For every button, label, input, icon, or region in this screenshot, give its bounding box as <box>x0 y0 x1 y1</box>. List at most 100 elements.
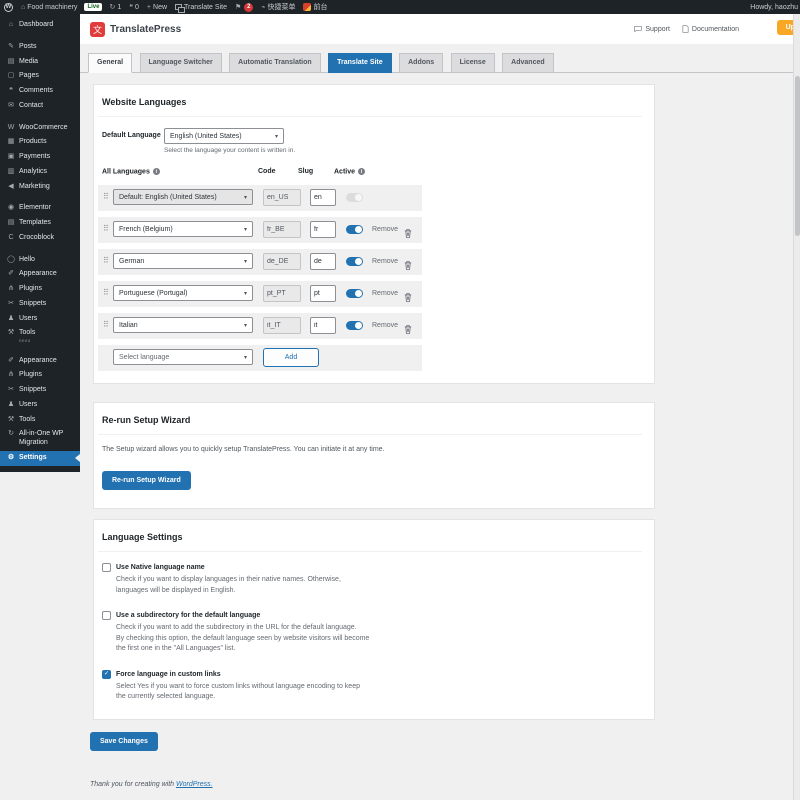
trash-icon[interactable] <box>404 225 412 243</box>
notifications-link[interactable]: ⚑ 2 <box>231 0 257 14</box>
sidebar-item-tools-nexo[interactable]: ⚒ Tools nexo <box>0 326 80 346</box>
trash-icon[interactable] <box>404 321 412 339</box>
native-language-name-checkbox[interactable] <box>102 563 111 572</box>
sidebar-item-comments[interactable]: ❝ Comments <box>0 84 80 99</box>
language-select[interactable]: French (Belgium) ▾ <box>113 221 253 237</box>
language-row-portuguese: ⠿ Portuguese (Portugal)▾ Remove <box>98 281 422 307</box>
active-toggle[interactable] <box>346 257 363 266</box>
force-language-checkbox[interactable] <box>102 669 111 679</box>
active-toggle[interactable] <box>346 289 363 298</box>
wp-logo-menu[interactable]: W <box>0 0 17 14</box>
sidebar-item-settings[interactable]: ⚙ Settings <box>0 450 80 466</box>
code-input[interactable] <box>263 189 301 206</box>
upgrade-button[interactable]: Upgrade <box>776 20 793 35</box>
howdy-account-menu[interactable]: Howdy, haozhu <box>750 4 800 11</box>
tab-general[interactable]: General <box>88 53 133 73</box>
tab-addons[interactable]: Addons <box>399 53 444 73</box>
sidebar-item-tools-2[interactable]: ⚒ Tools <box>0 413 80 428</box>
code-input[interactable] <box>263 221 301 238</box>
sidebar-item-analytics[interactable]: ▥ Analytics <box>0 165 80 180</box>
drag-handle-icon[interactable]: ⠿ <box>103 193 109 201</box>
slug-input[interactable] <box>310 221 336 238</box>
trash-icon[interactable] <box>404 257 412 275</box>
option-native-language-name: Use Native language name Check if you wa… <box>102 563 642 596</box>
sidebar-item-appearance-2[interactable]: ✐ Appearance <box>0 354 80 369</box>
site-name-link[interactable]: ⌂ Food machinery <box>17 0 81 14</box>
remove-link[interactable]: Remove <box>372 258 398 265</box>
comments-link[interactable]: ❝ 0 <box>125 0 143 14</box>
new-content-menu[interactable]: + New <box>143 0 171 14</box>
notification-count-badge: 2 <box>244 2 254 12</box>
code-input[interactable] <box>263 253 301 270</box>
add-language-button[interactable]: Add <box>263 348 319 367</box>
trash-icon[interactable] <box>404 289 412 307</box>
tab-language-switcher[interactable]: Language Switcher <box>139 53 222 73</box>
quick-menu-link[interactable]: ⌁ 快捷菜单 <box>257 0 299 14</box>
sidebar-item-media[interactable]: ▤ Media <box>0 55 80 70</box>
translate-site-link[interactable]: Translate Site <box>171 0 231 14</box>
slug-input[interactable] <box>310 253 336 270</box>
tab-automatic-translation[interactable]: Automatic Translation <box>229 53 321 73</box>
sidebar-item-snippets[interactable]: ✂ Snippets <box>0 297 80 312</box>
plugin-header: 文 TranslatePress Support Documentation U… <box>80 14 793 44</box>
wordpress-link[interactable]: WordPress. <box>176 781 213 788</box>
language-select[interactable]: Default: English (United States) ▾ <box>113 189 253 205</box>
remove-link[interactable]: Remove <box>372 226 398 233</box>
drag-handle-icon[interactable]: ⠿ <box>103 225 109 233</box>
sidebar-item-users[interactable]: ♟ Users <box>0 312 80 327</box>
sidebar-item-plugins[interactable]: ⋔ Plugins <box>0 282 80 297</box>
sidebar-item-marketing[interactable]: ◀ Marketing <box>0 180 80 195</box>
tab-translate-site[interactable]: Translate Site <box>328 53 392 73</box>
active-toggle[interactable] <box>346 225 363 234</box>
rerun-setup-wizard-button[interactable]: Re-run Setup Wizard <box>102 471 191 490</box>
sidebar-item-posts[interactable]: ✎ Posts <box>0 40 80 55</box>
chevron-down-icon: ▾ <box>274 133 278 140</box>
documentation-link[interactable]: Documentation <box>682 25 739 33</box>
sidebar-item-pages[interactable]: ▢ Pages <box>0 69 80 84</box>
scissors-icon: ✂ <box>8 299 14 307</box>
scrollbar-thumb[interactable] <box>795 76 800 236</box>
pages-icon: ▢ <box>7 72 15 80</box>
quick-menu-label: 快捷菜单 <box>267 4 296 11</box>
sidebar-item-elementor[interactable]: ◉ Elementor <box>0 201 80 216</box>
sidebar-item-woocommerce[interactable]: W WooCommerce <box>0 121 80 136</box>
slug-input[interactable] <box>310 285 336 302</box>
updates-link[interactable]: ↻ 1 <box>105 0 125 14</box>
language-select[interactable]: Portuguese (Portugal) ▾ <box>113 285 253 301</box>
language-select[interactable]: German ▾ <box>113 253 253 269</box>
active-toggle[interactable] <box>346 321 363 330</box>
slug-input[interactable] <box>310 189 336 206</box>
code-input[interactable] <box>263 317 301 334</box>
sidebar-item-snippets-2[interactable]: ✂ Snippets <box>0 383 80 398</box>
save-changes-button[interactable]: Save Changes <box>90 731 158 751</box>
frontend-link[interactable]: 前台 <box>299 0 331 14</box>
sidebar-item-products[interactable]: ▦ Products <box>0 135 80 150</box>
main-content: 文 TranslatePress Support Documentation U… <box>80 14 793 800</box>
page-scrollbar[interactable] <box>793 14 800 800</box>
default-language-select[interactable]: English (United States) ▾ <box>164 128 284 144</box>
drag-handle-icon[interactable]: ⠿ <box>103 289 109 297</box>
drag-handle-icon[interactable]: ⠿ <box>103 321 109 329</box>
sidebar-item-hello[interactable]: ◯ Hello <box>0 253 80 268</box>
language-select[interactable]: Italian ▾ <box>113 317 253 333</box>
sidebar-item-crocoblock[interactable]: C Crocoblock <box>0 231 80 246</box>
update-count: 1 <box>117 3 122 11</box>
tab-advanced[interactable]: Advanced <box>502 53 554 73</box>
remove-link[interactable]: Remove <box>372 322 398 329</box>
sidebar-item-templates[interactable]: ▤ Templates <box>0 216 80 231</box>
sidebar-item-plugins-2[interactable]: ⋔ Plugins <box>0 368 80 383</box>
sidebar-item-dashboard[interactable]: ⌂ Dashboard <box>0 18 80 33</box>
code-input[interactable] <box>263 285 301 302</box>
subdirectory-checkbox[interactable] <box>102 611 111 620</box>
sidebar-item-payments[interactable]: ▣ Payments <box>0 150 80 165</box>
sidebar-item-contact[interactable]: ✉ Contact <box>0 99 80 114</box>
select-language-dropdown[interactable]: Select language ▾ <box>113 349 253 365</box>
drag-handle-icon[interactable]: ⠿ <box>103 257 109 265</box>
sidebar-item-all-in-one-wp-migration[interactable]: ↻ All-in-One WP Migration <box>0 427 80 451</box>
tab-license[interactable]: License <box>450 53 495 73</box>
support-link[interactable]: Support <box>634 25 670 33</box>
sidebar-item-users-2[interactable]: ♟ Users <box>0 398 80 413</box>
remove-link[interactable]: Remove <box>372 290 398 297</box>
slug-input[interactable] <box>310 317 336 334</box>
sidebar-item-appearance[interactable]: ✐ Appearance <box>0 267 80 282</box>
